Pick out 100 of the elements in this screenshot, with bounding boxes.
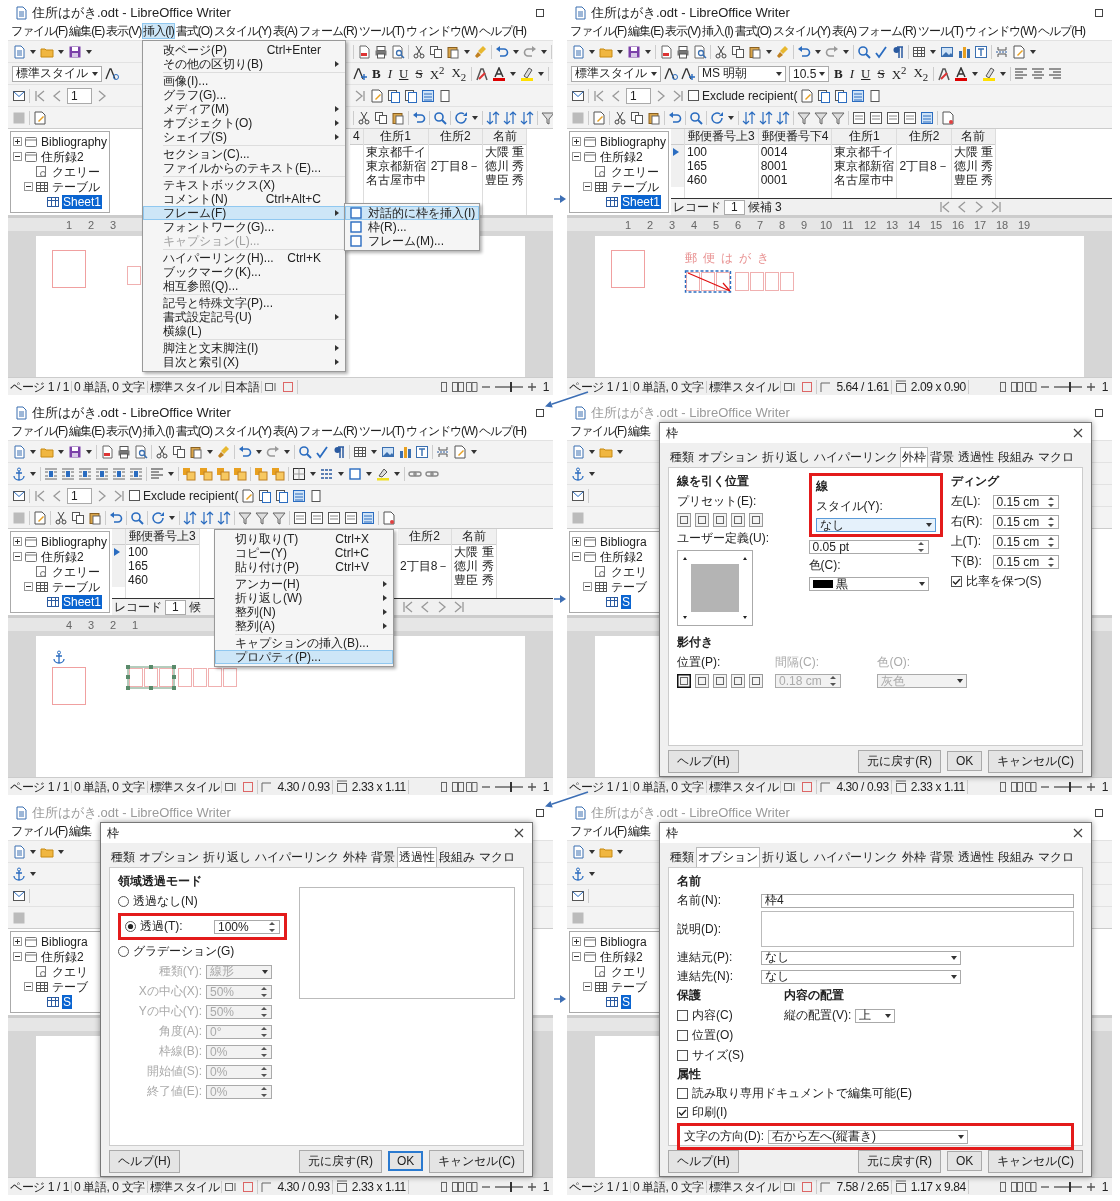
scissors-icon[interactable]: [613, 110, 627, 125]
dropdown[interactable]: 右から左へ(縦書き): [768, 1129, 968, 1144]
refresh-icon[interactable]: [454, 110, 468, 125]
collapse-icon[interactable]: [24, 582, 33, 591]
format-button[interactable]: I: [847, 65, 856, 82]
menu-item[interactable]: フレーム(M)...: [345, 234, 480, 248]
font-name-dropdown[interactable]: MS 明朝: [698, 65, 786, 82]
filter-icon[interactable]: [255, 510, 269, 525]
documents-icon[interactable]: [275, 488, 290, 503]
clipboard-icon[interactable]: [446, 44, 460, 59]
tab[interactable]: 背景: [928, 447, 956, 467]
scissors-icon[interactable]: [357, 110, 371, 125]
sort-icon[interactable]: [759, 110, 773, 125]
menu[interactable]: ファイル(F): [569, 423, 628, 439]
tab[interactable]: 折り返し: [760, 847, 812, 867]
data-source-icon[interactable]: [292, 488, 307, 503]
image-icon[interactable]: [940, 44, 954, 59]
copy-icon[interactable]: [731, 44, 745, 59]
book-view-icon[interactable]: [464, 379, 479, 394]
table-icon[interactable]: [912, 44, 926, 59]
text-wrap-icon[interactable]: [78, 466, 92, 481]
pdf-icon[interactable]: [357, 44, 371, 59]
menu[interactable]: 挿入(I): [701, 23, 734, 39]
checkbox[interactable]: [677, 1010, 688, 1021]
menu[interactable]: 表(A): [272, 23, 298, 39]
form-icon[interactable]: [344, 510, 358, 525]
mail-merge-icon[interactable]: [12, 88, 26, 103]
tab[interactable]: マクロ: [1036, 447, 1076, 467]
tab[interactable]: 背景: [928, 847, 956, 867]
clipboard-icon[interactable]: [88, 510, 102, 525]
column-header[interactable]: 名前: [483, 129, 527, 145]
form-icon[interactable]: [327, 510, 341, 525]
menu[interactable]: 編集: [627, 823, 652, 839]
collapse-icon[interactable]: [572, 152, 581, 161]
sort-icon[interactable]: [183, 510, 197, 525]
zoom-thumb[interactable]: [510, 781, 513, 792]
maximize-icon[interactable]: [533, 406, 547, 420]
collapse-icon[interactable]: [13, 552, 22, 561]
bar-chart-icon[interactable]: [398, 444, 412, 459]
documents-icon[interactable]: [404, 88, 418, 103]
pilcrow-icon[interactable]: [332, 444, 346, 459]
blank-page-icon[interactable]: [438, 88, 452, 103]
spin-field[interactable]: 0.15 cm: [992, 514, 1059, 529]
document-edit-icon[interactable]: [370, 88, 384, 103]
undo-icon[interactable]: [668, 110, 682, 125]
copy-icon[interactable]: [630, 110, 644, 125]
menu[interactable]: フォーム(R): [298, 423, 358, 439]
menu[interactable]: 表(A): [272, 423, 298, 439]
menu[interactable]: ツール(T): [357, 23, 405, 39]
expand-icon[interactable]: [13, 137, 22, 146]
column-header[interactable]: 住所1: [363, 129, 428, 145]
menu-item[interactable]: アンカー(H): [215, 577, 393, 591]
expand-icon[interactable]: [572, 137, 581, 146]
tree-item[interactable]: テーブル: [51, 179, 101, 194]
scissors-icon[interactable]: [54, 510, 68, 525]
multi-page-view-icon[interactable]: [450, 379, 465, 394]
zoom-thumb[interactable]: [1069, 381, 1072, 392]
menu[interactable]: 挿入(I): [142, 23, 175, 39]
menu-item[interactable]: その他の区切り(B): [143, 57, 345, 71]
document-edit-icon[interactable]: [592, 110, 606, 125]
tree-item[interactable]: Sheet1: [62, 194, 103, 209]
menu[interactable]: スタイル(Y): [772, 23, 831, 39]
checkbox[interactable]: [677, 1050, 688, 1061]
maximize-icon[interactable]: [533, 6, 547, 20]
menu-item[interactable]: 貼り付け(P) Ctrl+V: [215, 560, 393, 574]
column-header[interactable]: 名前: [951, 129, 996, 145]
menu-item[interactable]: コメント(N) Ctrl+Alt+C: [143, 192, 345, 206]
paragraph-style-dropdown[interactable]: 標準スタイル: [571, 65, 661, 82]
multi-page-view-icon[interactable]: [1009, 379, 1024, 394]
menu[interactable]: 書式(O): [174, 23, 213, 39]
menu[interactable]: 書式(O): [174, 423, 213, 439]
tab[interactable]: オプション: [137, 847, 201, 867]
pilcrow-icon[interactable]: [891, 44, 905, 59]
menu-item[interactable]: 整列(A): [215, 619, 393, 633]
menu[interactable]: ヘルプ(H): [478, 423, 527, 439]
zoom-thumb[interactable]: [510, 381, 513, 392]
menu-item[interactable]: 改ページ(P) Ctrl+Enter: [143, 43, 345, 57]
dropdown[interactable]: なし: [761, 969, 961, 984]
tab[interactable]: オプション: [696, 447, 760, 467]
maximize-icon[interactable]: [1092, 6, 1106, 20]
menu[interactable]: 書式(O): [733, 23, 772, 39]
page-preview-icon[interactable]: [391, 44, 405, 59]
column-header[interactable]: 住所1: [832, 129, 897, 145]
record-number-field[interactable]: 1: [165, 599, 186, 615]
book-view-icon[interactable]: [464, 1179, 479, 1194]
tab[interactable]: ハイパーリンク: [812, 447, 900, 467]
menu[interactable]: ウィンドウ(W): [405, 423, 479, 439]
tab[interactable]: 折り返し: [201, 847, 253, 867]
document-edit-icon[interactable]: [800, 88, 815, 103]
data-to-text-icon[interactable]: [382, 510, 396, 525]
sort-icon[interactable]: [776, 110, 790, 125]
undo-icon[interactable]: [238, 444, 252, 459]
scissors-icon[interactable]: [714, 44, 728, 59]
menu-item[interactable]: 折り返し(W): [215, 591, 393, 605]
checkbox[interactable]: [677, 1030, 688, 1041]
collapse-icon[interactable]: [24, 182, 33, 191]
dropdown[interactable]: 上: [855, 1008, 896, 1023]
radio-button[interactable]: [118, 896, 129, 907]
tree-item[interactable]: Sheet1: [62, 594, 103, 609]
menu[interactable]: スタイル(Y): [213, 23, 272, 39]
